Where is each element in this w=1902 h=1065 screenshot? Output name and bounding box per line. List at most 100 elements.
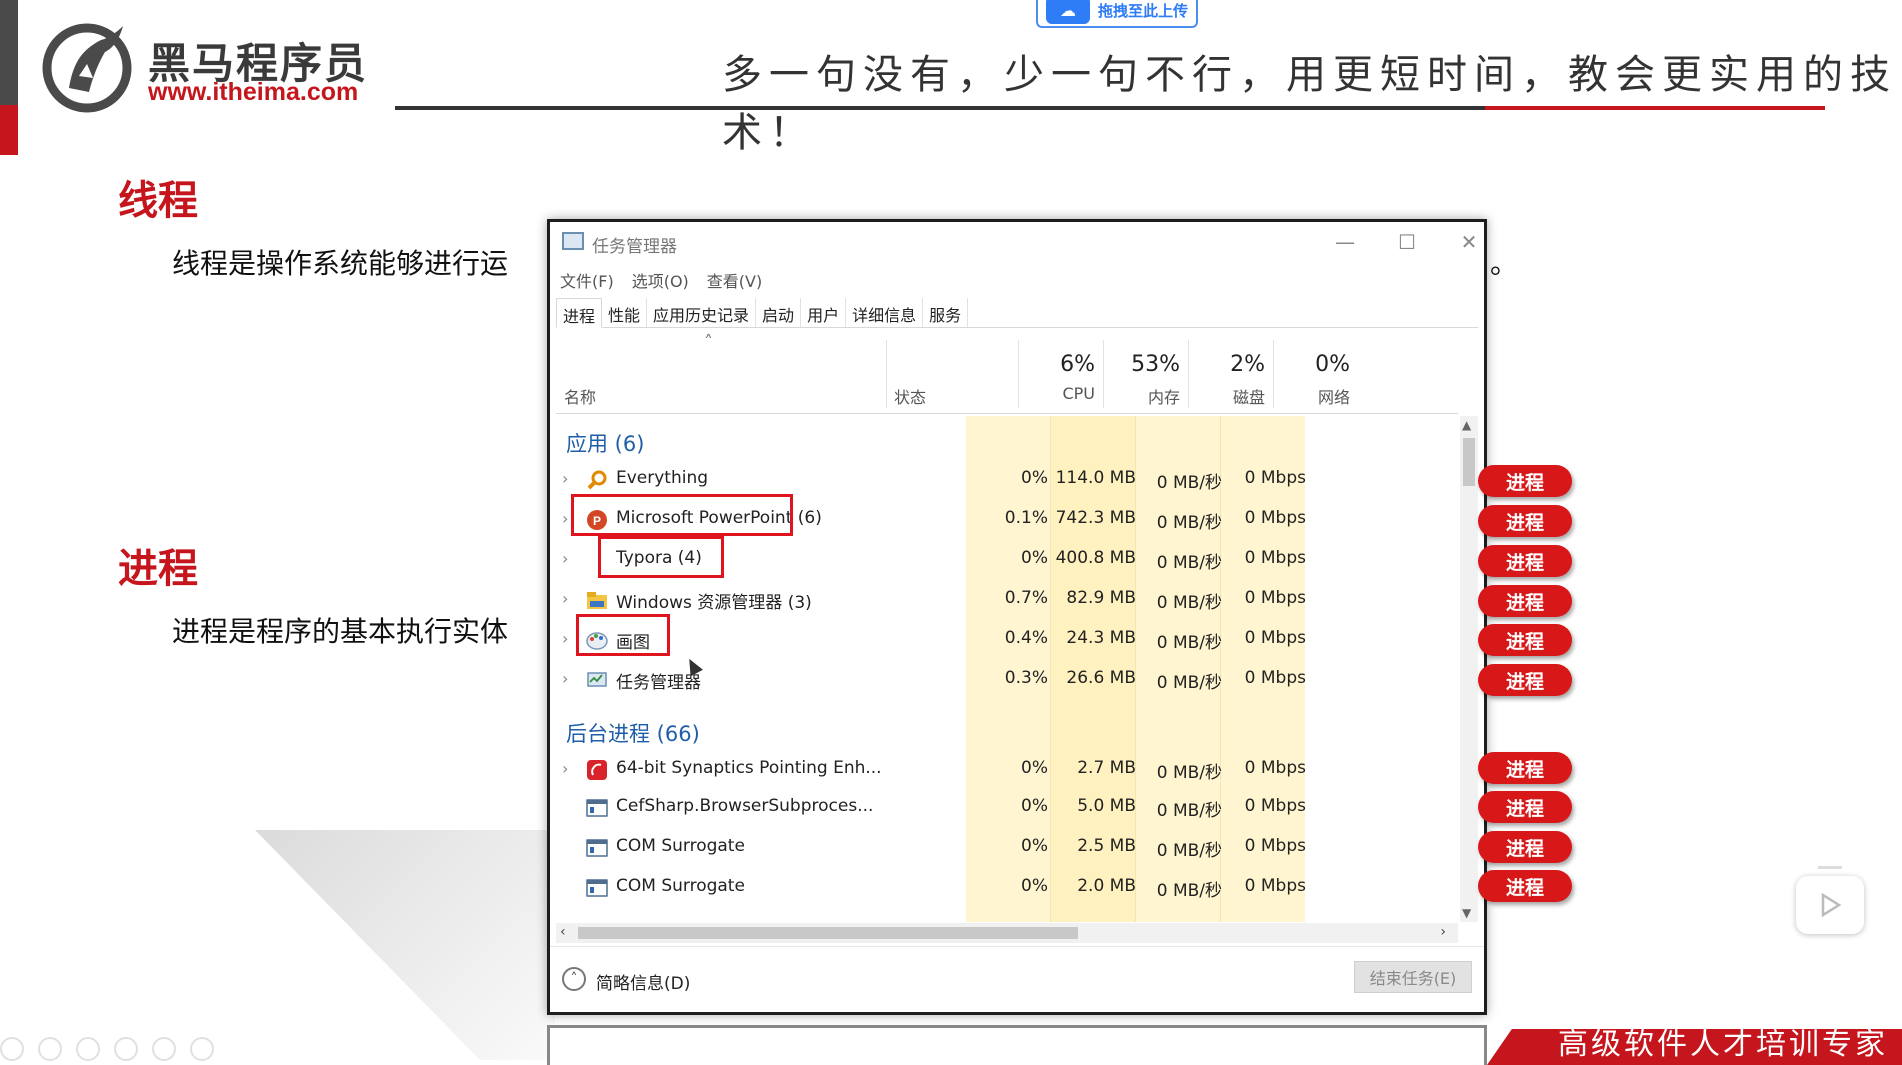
expand-chevron-icon[interactable]: › xyxy=(562,669,568,688)
scroll-up-icon[interactable]: ▲ xyxy=(1462,418,1471,432)
process-name: COM Surrogate xyxy=(616,836,745,856)
column-status[interactable]: 状态 xyxy=(894,384,926,408)
group-background-header[interactable]: 后台进程 (66) xyxy=(566,718,700,748)
tab-strip: 进程 性能 应用历史记录 启动 用户 详细信息 服务 xyxy=(556,298,1478,328)
tab-performance[interactable]: 性能 xyxy=(602,298,648,327)
scroll-thumb[interactable] xyxy=(578,927,1078,939)
menu-file[interactable]: 文件(F) xyxy=(560,268,614,292)
network-value: 0 Mbps xyxy=(1244,588,1306,608)
network-value: 0 Mbps xyxy=(1244,758,1306,778)
app-window-icon xyxy=(586,799,608,817)
tab-users[interactable]: 用户 xyxy=(801,298,847,327)
scroll-thumb[interactable] xyxy=(1463,438,1475,486)
minimize-button[interactable]: — xyxy=(1322,226,1368,258)
scroll-left-icon[interactable]: ‹ xyxy=(560,924,566,940)
column-disk[interactable]: 2% 磁盘 xyxy=(1189,334,1273,414)
process-row-com-surrogate[interactable]: COM Surrogate 0% 2.0 MB 0 MB/秒 0 Mbps xyxy=(556,868,1458,906)
chevron-up-circle-icon[interactable]: ˄ xyxy=(562,967,586,991)
menu-bar: 文件(F) 选项(O) 查看(V) xyxy=(560,268,762,292)
section-text-process: 进程是程序的基本执行实体 xyxy=(172,615,509,648)
process-row-everything[interactable]: › Everything 0% 114.0 MB 0 MB/秒 0 Mbps xyxy=(556,460,1458,498)
memory-value: 400.8 MB xyxy=(1055,548,1136,568)
tool-icon xyxy=(0,1037,24,1061)
scroll-down-icon[interactable]: ▼ xyxy=(1462,906,1471,920)
fewer-details-link[interactable]: 简略信息(D) xyxy=(596,969,690,994)
process-row-paint[interactable]: › 画图 0.4% 24.3 MB 0 MB/秒 0 Mbps xyxy=(556,620,1458,658)
cloud-upload-icon: ☁ xyxy=(1046,0,1090,24)
footer-slogan: 高级软件人才培训专家 xyxy=(1558,1027,1888,1062)
expand-chevron-icon[interactable]: › xyxy=(562,509,568,528)
memory-value: 2.7 MB xyxy=(1077,758,1136,778)
column-network[interactable]: 0% 网络 xyxy=(1274,334,1358,414)
left-accent-bar-red xyxy=(0,105,18,155)
cpu-value: 0% xyxy=(1021,468,1048,488)
task-manager-app-icon xyxy=(562,232,584,250)
cpu-value: 0.1% xyxy=(1004,508,1048,528)
memory-value: 114.0 MB xyxy=(1055,468,1136,488)
column-memory[interactable]: 53% 内存 xyxy=(1104,334,1188,414)
end-task-button[interactable]: 结束任务(E) xyxy=(1354,961,1472,993)
memory-label: 内存 xyxy=(1147,388,1180,407)
network-value: 0 Mbps xyxy=(1244,548,1306,568)
tab-details[interactable]: 详细信息 xyxy=(846,298,924,327)
vertical-scrollbar[interactable]: ▲ ▼ xyxy=(1460,416,1478,922)
cpu-value: 0.3% xyxy=(1004,668,1048,688)
process-tag: 进程 xyxy=(1478,791,1572,823)
scroll-right-icon[interactable]: › xyxy=(1440,924,1446,940)
column-cpu[interactable]: 6% CPU xyxy=(1019,334,1103,414)
cpu-value: 0% xyxy=(1021,796,1048,816)
expand-chevron-icon[interactable]: › xyxy=(562,469,568,488)
process-row-synaptics[interactable]: › 64-bit Synaptics Pointing Enh... 0% 2.… xyxy=(556,750,1458,788)
header-divider-accent xyxy=(1485,106,1825,110)
close-button[interactable]: ✕ xyxy=(1446,226,1492,258)
disk-label: 磁盘 xyxy=(1232,388,1265,407)
highlight-box-typora xyxy=(598,536,724,578)
process-row-cefsharp[interactable]: CefSharp.BrowserSubproces... 0% 5.0 MB 0… xyxy=(556,788,1458,826)
highlight-box-powerpoint xyxy=(571,494,793,536)
column-name[interactable]: 名称 xyxy=(564,384,596,408)
process-tag: 进程 xyxy=(1478,545,1572,577)
cpu-value: 0.4% xyxy=(1004,628,1048,648)
maximize-button[interactable]: ☐ xyxy=(1384,226,1430,258)
tab-app-history[interactable]: 应用历史记录 xyxy=(647,298,757,327)
disk-value: 0 MB/秒 xyxy=(1156,593,1222,613)
disk-value: 0 MB/秒 xyxy=(1156,553,1222,573)
memory-value: 26.6 MB xyxy=(1066,668,1136,688)
drag-upload-chip[interactable]: ☁ 拖拽至此上传 xyxy=(1036,0,1198,28)
expand-chevron-icon[interactable]: › xyxy=(562,759,568,778)
expand-chevron-icon[interactable]: › xyxy=(562,629,568,648)
cpu-value: 0% xyxy=(1021,548,1048,568)
disk-value: 0 MB/秒 xyxy=(1156,513,1222,533)
menu-view[interactable]: 查看(V) xyxy=(707,268,762,292)
memory-value: 2.5 MB xyxy=(1077,836,1136,856)
process-row-com-surrogate[interactable]: COM Surrogate 0% 2.5 MB 0 MB/秒 0 Mbps xyxy=(556,828,1458,866)
disk-value: 0 MB/秒 xyxy=(1156,633,1222,653)
process-name: 64-bit Synaptics Pointing Enh... xyxy=(616,758,882,778)
magnifier-icon xyxy=(587,470,607,490)
tab-services[interactable]: 服务 xyxy=(923,298,969,327)
tab-startup[interactable]: 启动 xyxy=(756,298,802,327)
process-name: CefSharp.BrowserSubproces... xyxy=(616,796,874,816)
sort-caret-icon: ˄ xyxy=(704,332,713,353)
process-tag: 进程 xyxy=(1478,465,1572,497)
network-value: 0 Mbps xyxy=(1244,836,1306,856)
group-apps-header[interactable]: 应用 (6) xyxy=(566,428,644,458)
menu-options[interactable]: 选项(O) xyxy=(632,268,689,292)
process-tag: 进程 xyxy=(1478,752,1572,784)
process-row-explorer[interactable]: › Windows 资源管理器 (3) 0.7% 82.9 MB 0 MB/秒 … xyxy=(556,580,1458,618)
title-bar[interactable]: 任务管理器 — ☐ ✕ xyxy=(550,222,1484,262)
network-value: 0 Mbps xyxy=(1244,468,1306,488)
cpu-label: CPU xyxy=(1062,384,1095,403)
tab-processes[interactable]: 进程 xyxy=(556,298,603,328)
video-play-button[interactable] xyxy=(1796,866,1864,934)
presenter-toolbar xyxy=(0,1037,214,1061)
process-name: COM Surrogate xyxy=(616,876,745,896)
horizontal-scrollbar[interactable]: ‹ › xyxy=(556,923,1458,943)
window-title: 任务管理器 xyxy=(592,237,677,257)
expand-chevron-icon[interactable]: › xyxy=(562,589,568,608)
disk-value: 0 MB/秒 xyxy=(1156,673,1222,693)
disk-value: 0 MB/秒 xyxy=(1156,801,1222,821)
process-tag: 进程 xyxy=(1478,870,1572,902)
expand-chevron-icon[interactable]: › xyxy=(562,549,568,568)
brand-url: www.itheima.com xyxy=(148,78,359,106)
